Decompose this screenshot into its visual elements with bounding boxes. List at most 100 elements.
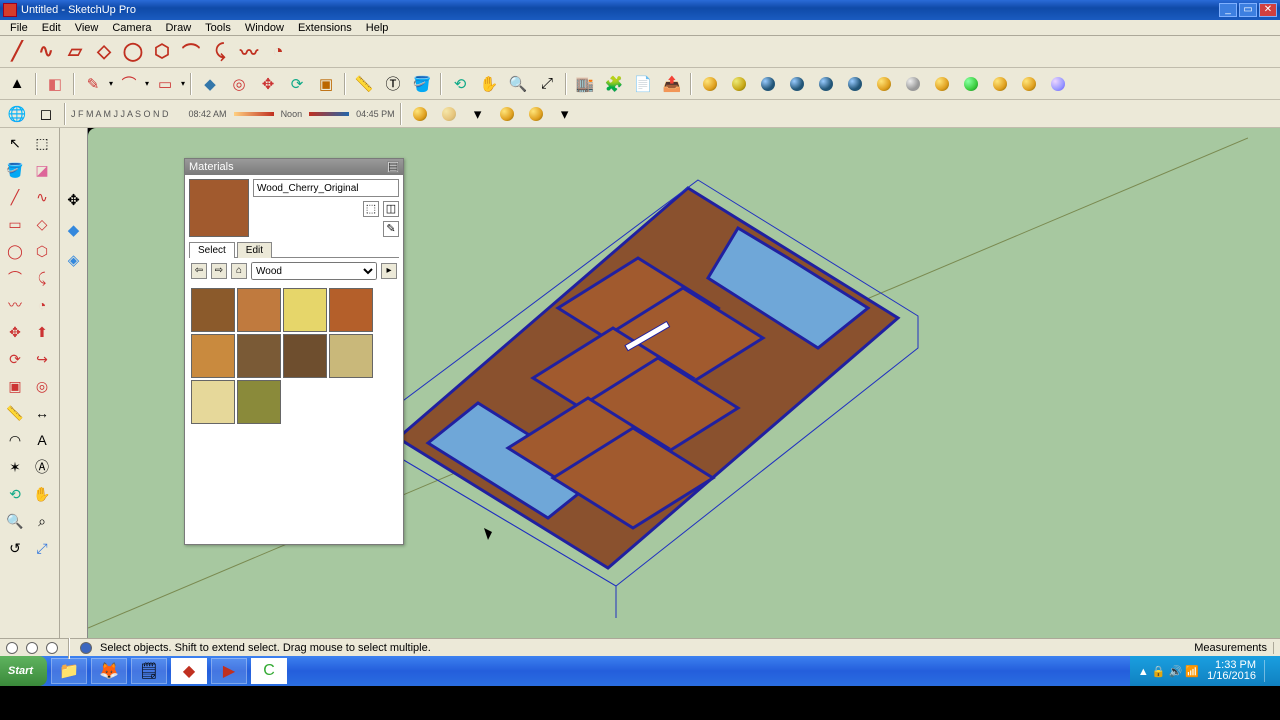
- sphere-yellow-icon[interactable]: [697, 71, 723, 97]
- lt-move-icon[interactable]: ✥: [2, 319, 28, 345]
- material-category-select[interactable]: Wood: [251, 262, 377, 280]
- zoom-extents-icon[interactable]: ⤢: [534, 71, 560, 97]
- move-tool-icon[interactable]: ✥: [255, 71, 281, 97]
- lt-push-icon[interactable]: ⬆: [29, 319, 55, 345]
- layout-send-icon[interactable]: 📤: [659, 71, 685, 97]
- sphere-2-icon[interactable]: [726, 71, 752, 97]
- swatch-0[interactable]: [191, 288, 235, 332]
- lt-eraser-icon[interactable]: ◪: [29, 157, 55, 183]
- swatch-1[interactable]: [237, 288, 281, 332]
- tray-clock[interactable]: 1:33 PM 1/16/2016: [1207, 660, 1256, 682]
- text-tool-icon[interactable]: Ⓣ: [380, 71, 406, 97]
- sphere-blue1-icon[interactable]: [755, 71, 781, 97]
- menu-tools[interactable]: Tools: [199, 21, 237, 35]
- layout-icon[interactable]: 📄: [630, 71, 656, 97]
- arc-dropdown-icon[interactable]: ⌒: [116, 71, 142, 97]
- paint-tool-icon[interactable]: 🪣: [409, 71, 435, 97]
- tray-icons[interactable]: ▲ 🔒 🔊 📶: [1138, 665, 1199, 678]
- menu-help[interactable]: Help: [360, 21, 395, 35]
- sphere-blue3-icon[interactable]: [813, 71, 839, 97]
- back-icon[interactable]: ⇦: [191, 263, 207, 279]
- sun-6-icon[interactable]: ▾: [552, 101, 578, 127]
- tab-edit[interactable]: Edit: [237, 242, 272, 258]
- globe-icon[interactable]: 🌐: [4, 101, 30, 127]
- task-camtasia-icon[interactable]: C: [251, 658, 287, 684]
- axis-toggle-2[interactable]: [26, 642, 38, 654]
- menu-edit[interactable]: Edit: [36, 21, 67, 35]
- lt-select-icon[interactable]: ↖: [2, 130, 28, 156]
- pan-tool-icon[interactable]: ✋: [476, 71, 502, 97]
- freehand-tool-icon[interactable]: ∿: [33, 39, 59, 65]
- swatch-4[interactable]: [191, 334, 235, 378]
- select-tool-icon[interactable]: ▲: [4, 71, 30, 97]
- menu-icon[interactable]: ▸: [381, 263, 397, 279]
- rotated-rect-icon[interactable]: ◇: [91, 39, 117, 65]
- current-material-swatch[interactable]: [189, 179, 249, 237]
- circle-tool-icon[interactable]: ◯: [120, 39, 146, 65]
- tab-select[interactable]: Select: [189, 242, 235, 258]
- task-app2-icon[interactable]: ▶: [211, 658, 247, 684]
- sun-4-icon[interactable]: [494, 101, 520, 127]
- swatch-6[interactable]: [283, 334, 327, 378]
- sphere-6-icon[interactable]: [958, 71, 984, 97]
- offset-tool-icon[interactable]: ◎: [226, 71, 252, 97]
- tape-tool-icon[interactable]: 📏: [351, 71, 377, 97]
- lt-paint-icon[interactable]: 🪣: [2, 157, 28, 183]
- axis-toggle-1[interactable]: [6, 642, 18, 654]
- minimize-button[interactable]: _: [1219, 3, 1237, 17]
- sun-1-icon[interactable]: [407, 101, 433, 127]
- lt-rect-icon[interactable]: ▭: [2, 211, 28, 237]
- swatch-7[interactable]: [329, 334, 373, 378]
- lt-prot-icon[interactable]: ◠: [2, 427, 28, 453]
- orbit-tool-icon[interactable]: ⟲: [447, 71, 473, 97]
- lt-3dtext-icon[interactable]: Ⓐ: [29, 454, 55, 480]
- lt-zoom-icon[interactable]: 🔍: [2, 508, 28, 534]
- lt-offset-icon[interactable]: ◎: [29, 373, 55, 399]
- pie-tool-icon[interactable]: ◔: [265, 39, 291, 65]
- lt-arc3-icon[interactable]: 〰: [2, 292, 28, 318]
- swatch-5[interactable]: [237, 334, 281, 378]
- task-explorer-icon[interactable]: 📁: [51, 658, 87, 684]
- warehouse-icon[interactable]: 🏬: [572, 71, 598, 97]
- arc3-tool-icon[interactable]: 〰: [236, 39, 262, 65]
- windows-taskbar[interactable]: Start 📁 🦊 🗒 ◆ ▶ C ▲ 🔒 🔊 📶 1:33 PM 1/16/2…: [0, 656, 1280, 686]
- materials-panel[interactable]: Materials ▤ ⬚ ◫ ✎ Select Edit: [184, 158, 404, 545]
- sphere-8-icon[interactable]: [1016, 71, 1042, 97]
- lt-pan-icon[interactable]: ✋: [29, 481, 55, 507]
- axis-toggle-3[interactable]: [46, 642, 58, 654]
- sphere-blue2-icon[interactable]: [784, 71, 810, 97]
- sun-5-icon[interactable]: [523, 101, 549, 127]
- lt-axes-icon[interactable]: ✶: [2, 454, 28, 480]
- arc2-tool-icon[interactable]: ⤹: [207, 39, 233, 65]
- lt-freehand-icon[interactable]: ∿: [29, 184, 55, 210]
- eyedrop-icon[interactable]: ✎: [383, 221, 399, 237]
- time-slider[interactable]: [234, 112, 274, 116]
- lt-circle-icon[interactable]: ◯: [2, 238, 28, 264]
- lt-follow-icon[interactable]: ↪: [29, 346, 55, 372]
- menu-file[interactable]: File: [4, 21, 34, 35]
- ex-1-icon[interactable]: ✥: [62, 188, 86, 212]
- polygon-tool-icon[interactable]: ⬡: [149, 39, 175, 65]
- show-desktop-button[interactable]: [1264, 660, 1272, 682]
- menu-window[interactable]: Window: [239, 21, 290, 35]
- title-bar[interactable]: Untitled - SketchUp Pro _ ▭ ✕: [0, 0, 1280, 20]
- task-sketchup-icon[interactable]: ◆: [171, 658, 207, 684]
- lt-polygon-icon[interactable]: ⬡: [29, 238, 55, 264]
- lt-orbit-icon[interactable]: ⟲: [2, 481, 28, 507]
- time-slider-2[interactable]: [309, 112, 349, 116]
- materials-close-icon[interactable]: ▤: [387, 161, 399, 173]
- lt-zoomwin-icon[interactable]: ⌕: [29, 508, 55, 534]
- swatch-8[interactable]: [191, 380, 235, 424]
- sphere-blue4-icon[interactable]: [842, 71, 868, 97]
- lt-arc-icon[interactable]: ⌒: [2, 265, 28, 291]
- swatch-9[interactable]: [237, 380, 281, 424]
- maximize-button[interactable]: ▭: [1239, 3, 1257, 17]
- rectangle-tool-icon[interactable]: ▱: [62, 39, 88, 65]
- menu-extensions[interactable]: Extensions: [292, 21, 358, 35]
- lt-component-icon[interactable]: ⬚: [29, 130, 55, 156]
- lt-zoomext-icon[interactable]: ⤢: [29, 535, 55, 561]
- sphere-gold-icon[interactable]: [871, 71, 897, 97]
- extensions-icon[interactable]: 🧩: [601, 71, 627, 97]
- create-material-icon[interactable]: ⬚: [363, 201, 379, 217]
- sphere-9-icon[interactable]: [1045, 71, 1071, 97]
